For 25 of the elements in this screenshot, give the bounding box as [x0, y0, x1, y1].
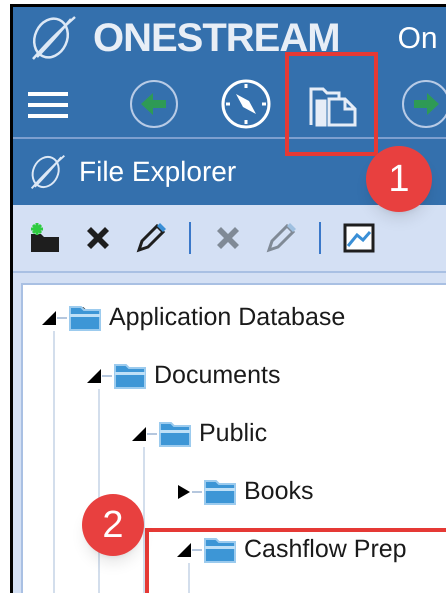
menu-icon[interactable] — [28, 90, 68, 120]
collapse-toggle[interactable] — [41, 310, 57, 326]
forward-icon[interactable] — [401, 79, 446, 129]
pencil-icon[interactable] — [135, 222, 167, 254]
folder-icon — [204, 478, 238, 506]
tree-item-label[interactable]: Books — [244, 473, 314, 511]
tree-item-label[interactable]: Cashflow Prep — [244, 531, 407, 569]
back-icon[interactable] — [129, 79, 179, 129]
logo-text: ONESTREAM — [93, 15, 340, 62]
tree-item-label[interactable]: Documents — [154, 357, 280, 395]
folder-icon — [114, 362, 148, 390]
app-title: On — [398, 20, 438, 56]
folder-icon — [69, 304, 103, 332]
folder-icon — [204, 536, 238, 564]
panel-title: File Explorer — [79, 155, 236, 189]
collapse-toggle[interactable] — [86, 368, 102, 384]
tree-item-label[interactable]: Public — [199, 415, 268, 453]
tree-item-label[interactable]: Application Database — [109, 299, 346, 337]
compass-icon[interactable] — [221, 79, 271, 129]
collapse-toggle[interactable] — [131, 426, 147, 442]
collapse-toggle[interactable] — [176, 542, 192, 558]
image-icon[interactable] — [343, 222, 375, 254]
new-folder-icon[interactable] — [29, 222, 61, 254]
folder-icon — [159, 420, 193, 448]
expand-toggle[interactable] — [176, 484, 192, 500]
